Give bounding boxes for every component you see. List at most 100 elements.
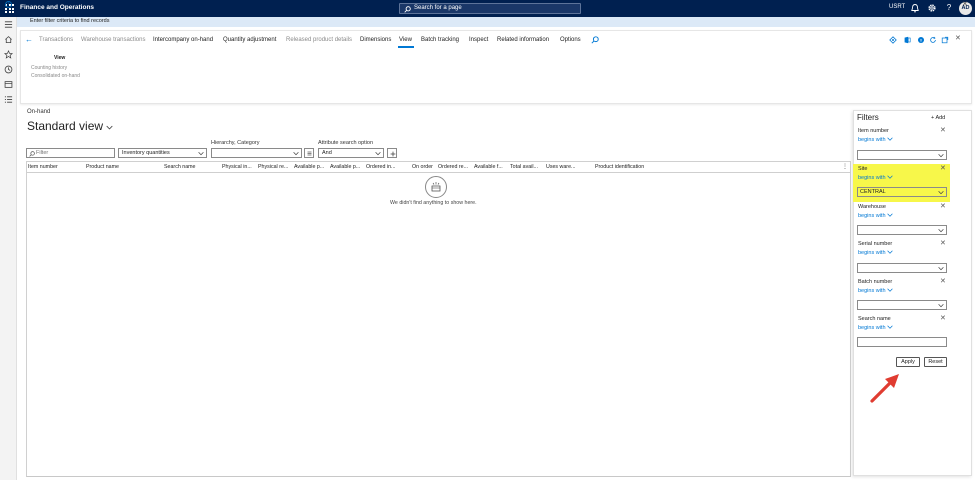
- filter-serial-number-input[interactable]: [857, 263, 947, 273]
- diamond-icon[interactable]: [889, 36, 897, 44]
- col-on-order[interactable]: On order: [412, 164, 433, 170]
- col-item-number[interactable]: Item number: [28, 164, 58, 170]
- col-total-available[interactable]: Total avail...: [510, 164, 538, 170]
- close-icon[interactable]: ✕: [940, 239, 946, 247]
- operator-label: begins with: [858, 137, 886, 143]
- close-icon[interactable]: ✕: [955, 34, 961, 42]
- filter-item-number-operator[interactable]: begins with: [858, 137, 893, 143]
- tab-options[interactable]: Options: [560, 37, 581, 43]
- filter-warehouse-operator[interactable]: begins with: [858, 213, 893, 219]
- office-icon[interactable]: [903, 36, 911, 44]
- tab-quantity-adjustment[interactable]: Quantity adjustment: [223, 37, 276, 43]
- col-ordered-reserved[interactable]: Ordered re...: [438, 164, 468, 170]
- dropdown-value: Inventory quantities: [122, 150, 170, 156]
- tab-transactions[interactable]: Transactions: [39, 37, 73, 43]
- dropdown-value: And: [322, 150, 332, 156]
- back-arrow-icon[interactable]: ←: [25, 35, 33, 44]
- chevron-down-icon: [887, 137, 893, 141]
- plus-icon: [390, 151, 395, 156]
- favorites-star-icon[interactable]: [4, 50, 13, 59]
- col-uses-warehouse[interactable]: Uses ware...: [546, 164, 575, 170]
- refresh-icon[interactable]: [929, 36, 937, 44]
- tab-inspect[interactable]: Inspect: [469, 37, 488, 43]
- close-icon[interactable]: ✕: [940, 164, 946, 172]
- attribute-search-option-dropdown[interactable]: And: [318, 148, 384, 158]
- filter-search-name-operator[interactable]: begins with: [858, 325, 893, 331]
- filter-batch-number-input[interactable]: [857, 300, 947, 310]
- tab-related-information[interactable]: Related information: [497, 37, 549, 43]
- tab-released-product-details[interactable]: Released product details: [286, 37, 352, 43]
- search-icon[interactable]: [591, 36, 599, 44]
- filter-batch-number-label: Batch number: [858, 279, 893, 285]
- open-new-window-icon[interactable]: [941, 36, 949, 44]
- tab-batch-tracking[interactable]: Batch tracking: [421, 37, 459, 43]
- chevron-down-icon: [887, 288, 893, 292]
- add-filter-button[interactable]: + Add: [931, 115, 945, 121]
- modules-list-icon[interactable]: [4, 95, 13, 104]
- inventory-quantities-dropdown[interactable]: Inventory quantities: [118, 148, 207, 158]
- attachments-badge-icon[interactable]: 0: [917, 36, 925, 44]
- chevron-down-icon: [938, 304, 944, 308]
- hierarchy-category-dropdown[interactable]: [211, 148, 302, 158]
- chevron-down-icon: [938, 154, 944, 158]
- col-available-physical-2[interactable]: Available p...: [330, 164, 360, 170]
- chevron-down-icon: [293, 152, 299, 156]
- hamburger-menu-icon[interactable]: [4, 20, 13, 29]
- global-search-box[interactable]: Search for a page: [399, 3, 581, 14]
- hierarchy-list-button[interactable]: [304, 148, 314, 158]
- page-title[interactable]: Standard view: [27, 119, 113, 133]
- add-attribute-button[interactable]: [387, 148, 397, 158]
- filter-serial-number-operator[interactable]: begins with: [858, 250, 893, 256]
- filter-input[interactable]: [36, 149, 114, 157]
- home-icon[interactable]: [4, 35, 13, 44]
- filters-title: Filters: [857, 113, 879, 122]
- reset-button[interactable]: Reset: [924, 357, 947, 367]
- attribute-search-option-label: Attribute search option: [318, 140, 374, 146]
- selected-tab-indicator: [398, 46, 414, 48]
- breadcrumb: On-hand: [27, 109, 51, 115]
- workspaces-icon[interactable]: [4, 80, 13, 89]
- col-product-identification[interactable]: Product identification: [595, 164, 644, 170]
- filter-field[interactable]: [26, 148, 115, 158]
- counting-history-button[interactable]: Counting history: [31, 65, 67, 71]
- annotation-arrow: [870, 374, 899, 403]
- company-picker[interactable]: USRT: [889, 4, 905, 10]
- col-available-for-reservation[interactable]: Available f...: [474, 164, 503, 170]
- operator-label: begins with: [858, 250, 886, 256]
- tab-view[interactable]: View: [399, 37, 412, 43]
- apply-button[interactable]: Apply: [896, 357, 920, 367]
- filter-site-input[interactable]: CENTRAL: [857, 187, 947, 197]
- col-ordered-in-total[interactable]: Ordered in...: [366, 164, 395, 170]
- filter-warehouse-input[interactable]: [857, 225, 947, 235]
- filter-item-number-input[interactable]: [857, 150, 947, 160]
- close-icon[interactable]: ✕: [940, 277, 946, 285]
- recent-clock-icon[interactable]: [4, 65, 13, 74]
- filter-batch-number-operator[interactable]: begins with: [858, 288, 893, 294]
- search-icon: [404, 6, 411, 13]
- tab-dimensions[interactable]: Dimensions: [360, 37, 391, 43]
- column-options-icon[interactable]: ⋮: [842, 163, 848, 170]
- gear-icon[interactable]: [927, 3, 937, 13]
- col-search-name[interactable]: Search name: [164, 164, 196, 170]
- group-title-view: View: [54, 55, 66, 61]
- col-physical-reserved[interactable]: Physical re...: [258, 164, 288, 170]
- chevron-down-icon: [887, 175, 893, 179]
- close-icon[interactable]: ✕: [940, 314, 946, 322]
- col-product-name[interactable]: Product name: [86, 164, 119, 170]
- hierarchy-category-label: Hierarchy, Category: [211, 140, 260, 146]
- col-physical-inventory[interactable]: Physical in...: [222, 164, 252, 170]
- close-icon[interactable]: ✕: [962, 0, 968, 8]
- consolidated-on-hand-button[interactable]: Consolidated on-hand: [31, 73, 80, 79]
- col-available-physical[interactable]: Available p...: [294, 164, 324, 170]
- help-icon[interactable]: ?: [944, 3, 954, 13]
- bell-icon[interactable]: [910, 3, 920, 13]
- add-filter-label: Add: [935, 115, 946, 121]
- search-placeholder: Search for a page: [414, 5, 462, 11]
- close-icon[interactable]: ✕: [940, 202, 946, 210]
- filter-search-name-input[interactable]: [857, 337, 947, 347]
- close-icon[interactable]: ✕: [940, 126, 946, 134]
- chevron-down-icon: [375, 152, 381, 156]
- filter-site-operator[interactable]: begins with: [858, 175, 893, 181]
- tab-warehouse-transactions[interactable]: Warehouse transactions: [81, 37, 145, 43]
- tab-intercompany-on-hand[interactable]: Intercompany on-hand: [153, 37, 213, 43]
